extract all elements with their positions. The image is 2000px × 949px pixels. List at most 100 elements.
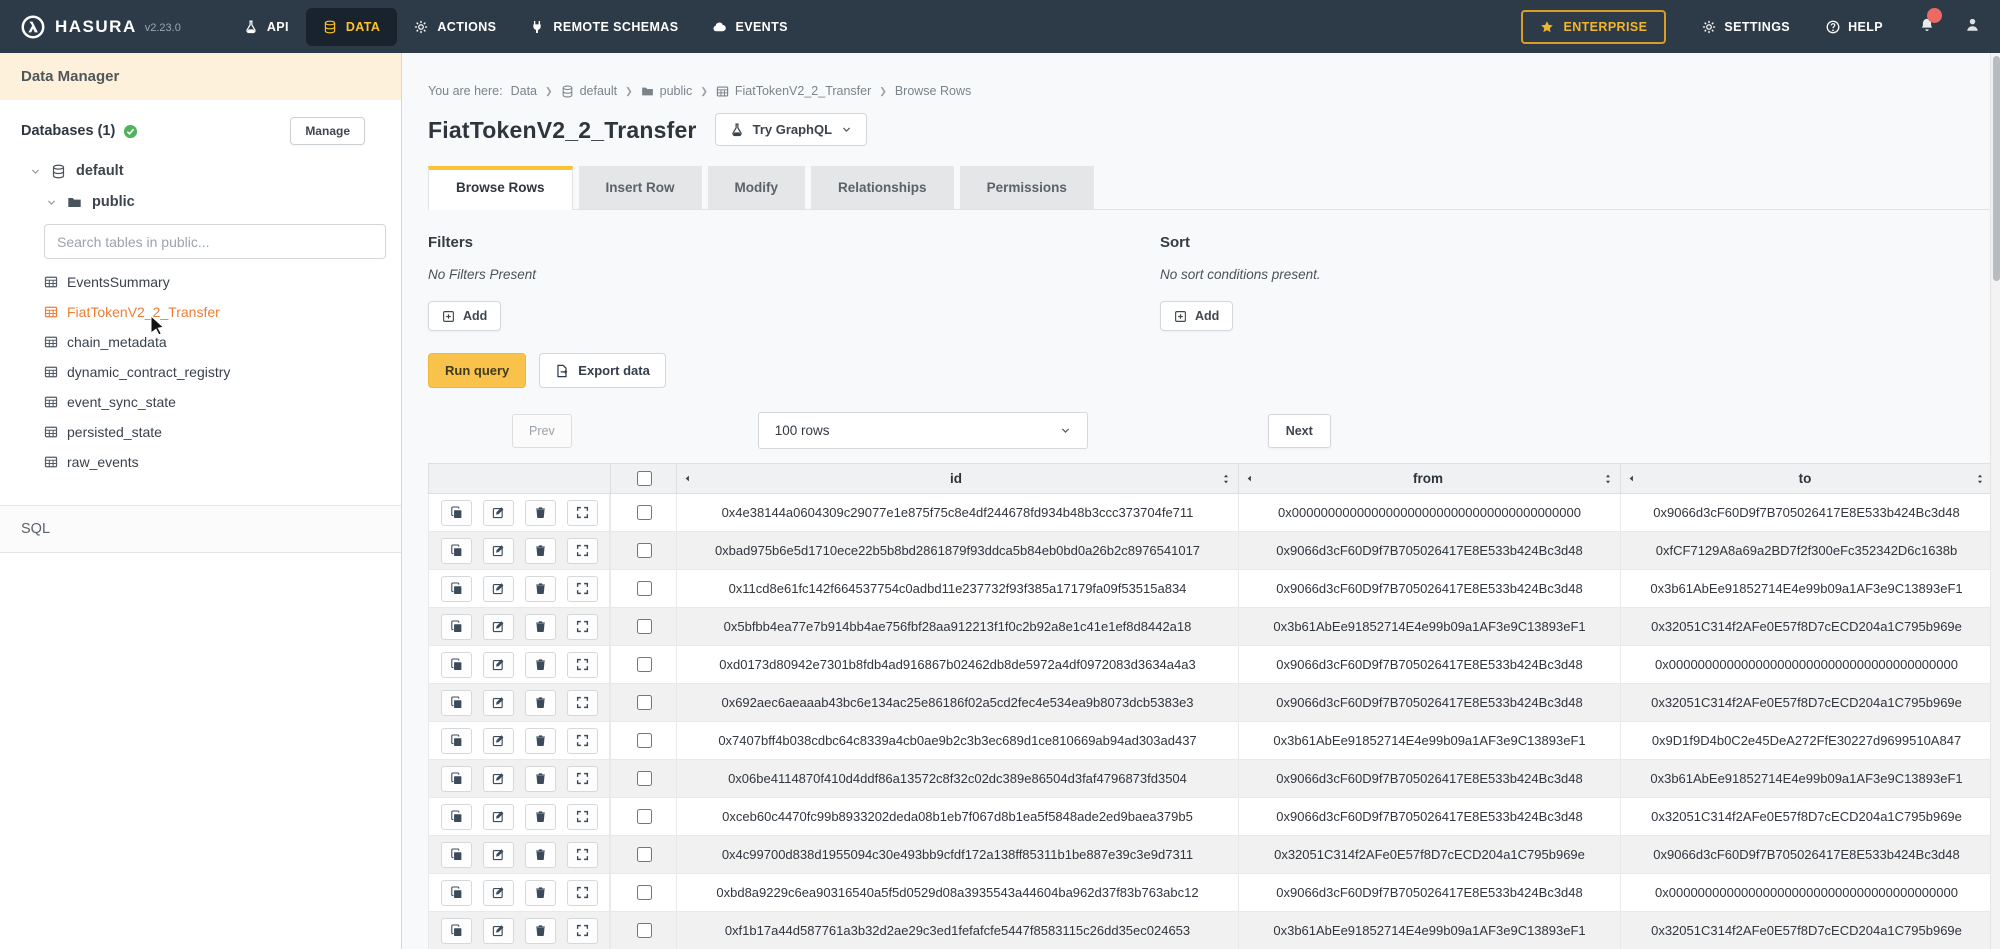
breadcrumb-item-default[interactable]: default xyxy=(561,83,618,99)
expand-row-button[interactable] xyxy=(567,842,598,868)
expand-row-button[interactable] xyxy=(567,614,598,640)
row-checkbox[interactable] xyxy=(637,923,652,938)
chevron-down-icon[interactable] xyxy=(30,166,41,177)
delete-row-button[interactable] xyxy=(525,880,556,906)
tab-permissions[interactable]: Permissions xyxy=(960,166,1094,209)
delete-row-button[interactable] xyxy=(525,690,556,716)
row-checkbox[interactable] xyxy=(637,543,652,558)
expand-row-button[interactable] xyxy=(567,766,598,792)
expand-row-button[interactable] xyxy=(567,652,598,678)
row-checkbox[interactable] xyxy=(637,695,652,710)
hasura-logo-icon[interactable] xyxy=(20,14,46,40)
expand-row-button[interactable] xyxy=(567,690,598,716)
delete-row-button[interactable] xyxy=(525,766,556,792)
copy-row-button[interactable] xyxy=(441,538,472,564)
nav-item-actions[interactable]: ACTIONS xyxy=(397,8,513,46)
edit-row-button[interactable] xyxy=(483,880,514,906)
edit-row-button[interactable] xyxy=(483,918,514,944)
sidebar-item-default-database[interactable]: default xyxy=(0,163,401,179)
copy-row-button[interactable] xyxy=(441,652,472,678)
version-label[interactable]: v2.23.0 xyxy=(145,22,181,34)
select-all-checkbox[interactable] xyxy=(637,471,652,486)
settings-button[interactable]: SETTINGS xyxy=(1702,20,1790,34)
sidebar-item-sql[interactable]: SQL xyxy=(0,505,401,553)
edit-row-button[interactable] xyxy=(483,614,514,640)
prev-page-button[interactable]: Prev xyxy=(512,414,572,448)
delete-row-button[interactable] xyxy=(525,576,556,602)
edit-row-button[interactable] xyxy=(483,728,514,754)
copy-row-button[interactable] xyxy=(441,842,472,868)
delete-row-button[interactable] xyxy=(525,804,556,830)
sidebar-item-public-schema[interactable]: public xyxy=(0,194,401,210)
row-checkbox[interactable] xyxy=(637,771,652,786)
collapse-column-icon[interactable] xyxy=(683,474,692,483)
breadcrumb-item-data[interactable]: Data xyxy=(511,83,537,99)
tab-browse-rows[interactable]: Browse Rows xyxy=(428,166,573,210)
export-data-button[interactable]: Export data xyxy=(539,353,666,388)
copy-row-button[interactable] xyxy=(441,690,472,716)
page-scrollbar[interactable] xyxy=(1990,53,2000,949)
user-menu-button[interactable] xyxy=(1965,17,1980,37)
delete-row-button[interactable] xyxy=(525,918,556,944)
sidebar-table-raw-events[interactable]: raw_events xyxy=(0,447,401,477)
rows-per-page-select[interactable]: 100 rows xyxy=(758,412,1088,449)
delete-row-button[interactable] xyxy=(525,500,556,526)
copy-row-button[interactable] xyxy=(441,880,472,906)
delete-row-button[interactable] xyxy=(525,728,556,754)
delete-row-button[interactable] xyxy=(525,842,556,868)
breadcrumb-item-public[interactable]: public xyxy=(641,83,693,99)
row-checkbox[interactable] xyxy=(637,657,652,672)
help-button[interactable]: HELP xyxy=(1826,20,1883,34)
delete-row-button[interactable] xyxy=(525,538,556,564)
row-checkbox[interactable] xyxy=(637,619,652,634)
row-checkbox[interactable] xyxy=(637,809,652,824)
sidebar-table-event-sync-state[interactable]: event_sync_state xyxy=(0,387,401,417)
row-checkbox[interactable] xyxy=(637,733,652,748)
expand-row-button[interactable] xyxy=(567,880,598,906)
tab-relationships[interactable]: Relationships xyxy=(811,166,954,209)
expand-row-button[interactable] xyxy=(567,576,598,602)
edit-row-button[interactable] xyxy=(483,842,514,868)
copy-row-button[interactable] xyxy=(441,500,472,526)
nav-item-data[interactable]: DATA xyxy=(306,8,397,46)
edit-row-button[interactable] xyxy=(483,804,514,830)
sidebar-table-fiattokenv2-2-transfer[interactable]: FiatTokenV2_2_Transfer xyxy=(0,297,401,327)
expand-row-button[interactable] xyxy=(567,804,598,830)
edit-row-button[interactable] xyxy=(483,538,514,564)
expand-row-button[interactable] xyxy=(567,728,598,754)
sidebar-table-eventssummary[interactable]: EventsSummary xyxy=(0,267,401,297)
tab-insert-row[interactable]: Insert Row xyxy=(579,166,702,209)
edit-row-button[interactable] xyxy=(483,576,514,602)
column-header-id[interactable]: id xyxy=(677,464,1239,494)
expand-row-button[interactable] xyxy=(567,500,598,526)
breadcrumb-item-fiattokenv2-2-transfer[interactable]: FiatTokenV2_2_Transfer xyxy=(716,83,871,99)
column-header-to[interactable]: to xyxy=(1621,464,1993,494)
next-page-button[interactable]: Next xyxy=(1268,414,1331,448)
row-checkbox[interactable] xyxy=(637,581,652,596)
tab-modify[interactable]: Modify xyxy=(708,166,806,209)
sidebar-table-dynamic-contract-registry[interactable]: dynamic_contract_registry xyxy=(0,357,401,387)
expand-row-button[interactable] xyxy=(567,538,598,564)
table-search-input[interactable] xyxy=(44,224,386,259)
add-filter-button[interactable]: Add xyxy=(428,301,501,331)
row-checkbox[interactable] xyxy=(637,847,652,862)
breadcrumb-item-browse-rows[interactable]: Browse Rows xyxy=(895,83,971,99)
nav-item-api[interactable]: API xyxy=(227,8,306,46)
sidebar-table-chain-metadata[interactable]: chain_metadata xyxy=(0,327,401,357)
delete-row-button[interactable] xyxy=(525,614,556,640)
edit-row-button[interactable] xyxy=(483,690,514,716)
manage-button[interactable]: Manage xyxy=(290,117,365,145)
sort-column-icon[interactable] xyxy=(1602,473,1614,485)
copy-row-button[interactable] xyxy=(441,804,472,830)
row-checkbox[interactable] xyxy=(637,885,652,900)
add-sort-button[interactable]: Add xyxy=(1160,301,1233,331)
edit-row-button[interactable] xyxy=(483,652,514,678)
copy-row-button[interactable] xyxy=(441,728,472,754)
notifications-button[interactable] xyxy=(1919,16,1935,37)
sort-column-icon[interactable] xyxy=(1220,473,1232,485)
sort-column-icon[interactable] xyxy=(1974,473,1986,485)
column-header-from[interactable]: from xyxy=(1239,464,1621,494)
expand-row-button[interactable] xyxy=(567,918,598,944)
run-query-button[interactable]: Run query xyxy=(428,353,526,388)
edit-row-button[interactable] xyxy=(483,500,514,526)
